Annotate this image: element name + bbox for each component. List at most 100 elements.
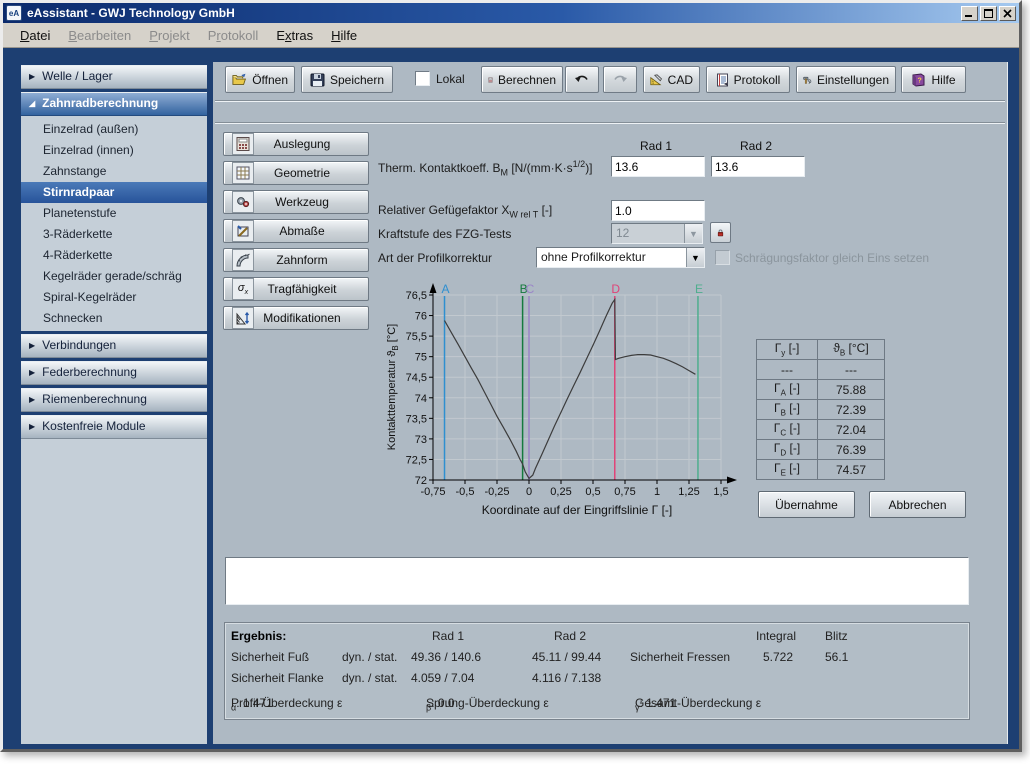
sidebar-item-spiral-kegelräder[interactable]: Spiral-Kegelräder	[21, 287, 207, 308]
sidebar-section-kostenfreie-module[interactable]: ▶ Kostenfreie Module	[21, 415, 207, 439]
werkzeug-button[interactable]: Werkzeug	[223, 190, 369, 214]
gamma-table-row: ΓA [-] 75.88	[756, 379, 885, 400]
svg-text:?: ?	[918, 77, 922, 84]
close-button[interactable]	[999, 5, 1016, 21]
menu-item-protokoll: Protokoll	[207, 27, 259, 43]
sidebar-item-planetenstufe[interactable]: Planetenstufe	[21, 203, 207, 224]
results-integral-value: 5.722	[763, 650, 794, 664]
ruler-pencil-icon	[232, 220, 254, 242]
minimize-button[interactable]	[961, 5, 978, 21]
sidebar-item-schnecken[interactable]: Schnecken	[21, 308, 207, 329]
nav-button-label: Auslegung	[273, 137, 331, 151]
minimize-icon	[965, 14, 972, 17]
svg-text:0,75: 0,75	[614, 486, 635, 498]
sidebar-section-zahnradberechnung[interactable]: ◢ Zahnradberechnung	[21, 92, 207, 116]
results-row-rad1-value: 49.36 / 140.6	[411, 650, 482, 664]
results-panel: Ergebnis: Rad 1 Rad 2 Integral Blitz Sic…	[224, 622, 970, 720]
sidebar-section-label: Riemenberechnung	[42, 392, 147, 406]
svg-text:1: 1	[654, 486, 660, 498]
apply-button-label: Übernahme	[775, 497, 838, 512]
sidebar-section-verbindungen[interactable]: ▶ Verbindungen	[21, 334, 207, 358]
message-area[interactable]	[225, 557, 969, 605]
grid-icon	[232, 162, 254, 184]
titlebar: eA eAssistant - GWJ Technology GmbH	[3, 3, 1019, 23]
geometrie-button[interactable]: Geometrie	[223, 161, 369, 185]
menu-item-datei[interactable]: Datei	[11, 26, 59, 45]
sidebar-item-kegelräder-gerade-schräg[interactable]: Kegelräder gerade/schräg	[21, 266, 207, 287]
open-button-label: Öffnen	[252, 72, 288, 87]
results-rad1-header: Rad 1	[431, 629, 465, 643]
redo-icon	[614, 75, 627, 82]
svg-text:E: E	[695, 282, 703, 296]
gamma-cell-label: ΓB [-]	[756, 399, 818, 420]
local-checkbox[interactable]: Lokal	[415, 71, 465, 86]
undo-icon	[575, 75, 588, 82]
app-icon: eA	[6, 5, 22, 21]
svg-text:72: 72	[415, 475, 427, 487]
local-checkbox-box[interactable]	[415, 71, 430, 86]
help-button-label: Hilfe	[931, 72, 956, 87]
sidebar-item-stirnradpaar[interactable]: Stirnradpaar	[21, 182, 207, 203]
protocol-doc-icon	[716, 73, 728, 86]
save-button[interactable]: Speichern	[301, 66, 393, 93]
modifikationen-button[interactable]: Modifikationen	[223, 306, 369, 330]
lock-icon	[717, 229, 724, 236]
local-checkbox-label: Lokal	[436, 71, 465, 86]
calculate-button[interactable]: Berechnen	[481, 66, 563, 93]
sidebar-section-welle-lager[interactable]: ▶ Welle / Lager	[21, 65, 207, 89]
sidebar-item-einzelrad-außen-[interactable]: Einzelrad (außen)	[21, 119, 207, 140]
svg-text:74,5: 74,5	[406, 372, 427, 384]
undo-button[interactable]	[565, 66, 599, 93]
cad-button[interactable]: CAD	[643, 66, 700, 93]
tragfähigkeit-button[interactable]: σx Tragfähigkeit	[223, 277, 369, 301]
help-button[interactable]: ? Hilfe	[901, 66, 966, 93]
gamma-cell-label: Γy [-]	[756, 339, 818, 360]
protocol-button[interactable]: Protokoll	[706, 66, 790, 93]
calculator-icon	[232, 133, 254, 155]
menu-item-hilfe[interactable]: Hilfe	[322, 26, 366, 45]
gamma-cell-label: ΓA [-]	[756, 379, 818, 400]
zahnform-button[interactable]: Zahnform	[223, 248, 369, 272]
client-area: ▶ Welle / Lager ◢ Zahnradberechnung Einzelra…	[3, 48, 1019, 749]
collapsed-triangle-icon: ▶	[29, 422, 36, 431]
results-row-mode: dyn. / stat.	[342, 671, 398, 685]
nav-button-label: Geometrie	[273, 166, 331, 180]
apply-button[interactable]: Übernahme	[758, 491, 855, 518]
results-row-rad1-value: 4.059 / 7.04	[411, 671, 475, 685]
calculate-button-label: Berechnen	[497, 72, 556, 87]
cancel-button[interactable]: Abbrechen	[869, 491, 966, 518]
expanded-triangle-icon: ◢	[29, 99, 36, 108]
gamma-cell-value: ---	[817, 359, 885, 380]
svg-text:-0,25: -0,25	[484, 486, 509, 498]
therm-coeff-rad1-input[interactable]	[611, 156, 705, 177]
gefuegefaktor-input[interactable]	[611, 200, 705, 221]
gamma-table-header-row: Γy [-] ϑB [°C]	[756, 339, 885, 360]
sidebar-section-label: Verbindungen	[42, 338, 117, 352]
sidebar-section-federberechnung[interactable]: ▶ Federberechnung	[21, 361, 207, 385]
menu-item-extras[interactable]: Extras	[267, 26, 322, 45]
therm-coeff-rad2-input[interactable]	[711, 156, 805, 177]
open-button[interactable]: Öffnen	[225, 66, 295, 93]
profilkorrektur-dropdown[interactable]: ohne Profilkorrektur ▼	[536, 247, 705, 268]
sidebar-section-riemenberechnung[interactable]: ▶ Riemenberechnung	[21, 388, 207, 412]
gamma-table-row: ΓD [-] 76.39	[756, 439, 885, 460]
gamma-cell-value: 75.88	[817, 379, 885, 400]
settings-button[interactable]: Einstellungen	[796, 66, 896, 93]
sidebar-item-einzelrad-innen-[interactable]: Einzelrad (innen)	[21, 140, 207, 161]
redo-button[interactable]	[603, 66, 637, 93]
sidebar-item-4-räderkette[interactable]: 4-Räderkette	[21, 245, 207, 266]
nav-button-label: Zahnform	[276, 253, 328, 267]
schraegungsfaktor-checkbox-label: Schrägungsfaktor gleich Eins setzen	[735, 251, 930, 265]
save-button-label: Speichern	[329, 72, 385, 87]
auslegung-button[interactable]: Auslegung	[223, 132, 369, 156]
maximize-button[interactable]	[980, 5, 997, 21]
abmaße-button[interactable]: Abmaße	[223, 219, 369, 243]
sidebar-item-3-räderkette[interactable]: 3-Räderkette	[21, 224, 207, 245]
svg-text:75,5: 75,5	[406, 331, 427, 343]
gamma-table-row: ΓE [-] 74.57	[756, 459, 885, 480]
svg-text:Koordinate auf der Eingriffsli: Koordinate auf der Eingriffslinie Γ [-]	[482, 503, 673, 517]
sidebar-item-zahnstange[interactable]: Zahnstange	[21, 161, 207, 182]
cancel-button-label: Abbrechen	[888, 497, 947, 512]
sidebar-item-list: Einzelrad (außen) Einzelrad (innen) Zahnst…	[21, 116, 207, 331]
fzg-lock-button[interactable]	[710, 222, 731, 243]
